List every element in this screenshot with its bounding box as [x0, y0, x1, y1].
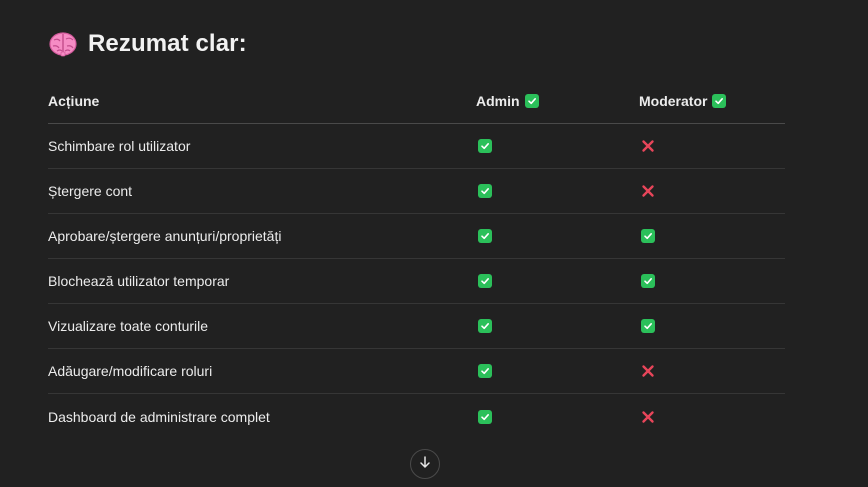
- table-row: Aprobare/ștergere anunțuri/proprietăți: [48, 214, 785, 259]
- action-cell: Blochează utilizator temporar: [48, 259, 229, 303]
- action-label: Ștergere cont: [48, 183, 133, 199]
- action-label: Adăugare/modificare roluri: [48, 363, 213, 379]
- admin-status-allowed: [476, 408, 494, 426]
- check-icon: [478, 319, 492, 333]
- action-label: Vizualizare toate conturile: [48, 318, 209, 334]
- table-row: Adăugare/modificare roluri: [48, 349, 785, 394]
- check-icon: [641, 229, 655, 243]
- brain-icon: [48, 29, 78, 59]
- check-icon: [478, 139, 492, 153]
- column-header-action: Acțiune: [48, 79, 99, 123]
- admin-status-allowed: [476, 272, 494, 290]
- check-icon: [478, 364, 492, 378]
- cross-icon: [641, 364, 655, 378]
- section-heading: Rezumat clar:: [48, 26, 247, 62]
- check-icon: [478, 229, 492, 243]
- moderator-cell: [639, 214, 657, 258]
- check-icon: [641, 274, 655, 288]
- table-header-row: Acțiune Admin Moderator: [48, 79, 785, 124]
- action-cell: Schimbare rol utilizator: [48, 124, 190, 168]
- admin-status-allowed: [476, 137, 494, 155]
- admin-status-allowed: [476, 182, 494, 200]
- admin-status-allowed: [476, 317, 494, 335]
- moderator-status-denied: [639, 182, 657, 200]
- column-header-label: Moderator: [639, 93, 708, 109]
- moderator-status-allowed: [639, 227, 657, 245]
- moderator-status-allowed: [639, 272, 657, 290]
- table-row: Schimbare rol utilizator: [48, 124, 785, 169]
- column-header-label: Acțiune: [48, 93, 100, 109]
- check-icon: [524, 94, 539, 108]
- moderator-cell: [639, 124, 657, 168]
- admin-cell: [476, 124, 494, 168]
- action-cell: Adăugare/modificare roluri: [48, 349, 212, 393]
- cross-icon: [641, 410, 655, 424]
- action-label: Schimbare rol utilizator: [48, 138, 191, 154]
- moderator-cell: [639, 304, 657, 348]
- action-label: Dashboard de administrare complet: [48, 408, 270, 425]
- admin-cell: [476, 349, 494, 393]
- moderator-cell: [639, 169, 657, 213]
- moderator-status-denied: [639, 362, 657, 380]
- table-row: Vizualizare toate conturile: [48, 304, 785, 349]
- page-title: Rezumat clar:: [88, 30, 247, 57]
- admin-cell: [476, 259, 494, 303]
- admin-cell: [476, 394, 494, 439]
- scroll-down-button[interactable]: [410, 449, 440, 479]
- arrow-down-icon: [418, 455, 432, 474]
- admin-cell: [476, 304, 494, 348]
- action-label: Aprobare/ștergere anunțuri/proprietăți: [48, 228, 282, 244]
- table-row: Blochează utilizator temporar: [48, 259, 785, 304]
- cross-icon: [641, 184, 655, 198]
- check-icon: [641, 319, 655, 333]
- action-cell: Vizualizare toate conturile: [48, 304, 208, 348]
- moderator-cell: [639, 394, 657, 439]
- cross-icon: [641, 139, 655, 153]
- moderator-status-denied: [639, 137, 657, 155]
- column-header-admin: Admin: [476, 79, 539, 123]
- action-label: Blochează utilizator temporar: [48, 273, 230, 289]
- check-icon: [712, 94, 727, 108]
- check-icon: [478, 409, 492, 424]
- moderator-status-denied: [639, 408, 657, 426]
- table-row: Dashboard de administrare complet: [48, 394, 785, 439]
- admin-status-allowed: [476, 227, 494, 245]
- moderator-cell: [639, 349, 657, 393]
- check-icon: [478, 184, 492, 198]
- admin-cell: [476, 169, 494, 213]
- action-cell: Aprobare/ștergere anunțuri/proprietăți: [48, 214, 281, 258]
- permissions-table: Acțiune Admin Moderator Schimbare rol ut…: [48, 79, 785, 439]
- check-icon: [478, 274, 492, 288]
- admin-cell: [476, 214, 494, 258]
- action-cell: Ștergere cont: [48, 169, 132, 213]
- column-header-moderator: Moderator: [639, 79, 727, 123]
- table-row: Ștergere cont: [48, 169, 785, 214]
- action-cell: Dashboard de administrare complet: [48, 394, 270, 439]
- moderator-cell: [639, 259, 657, 303]
- moderator-status-allowed: [639, 317, 657, 335]
- admin-status-allowed: [476, 362, 494, 380]
- column-header-label: Admin: [476, 93, 520, 109]
